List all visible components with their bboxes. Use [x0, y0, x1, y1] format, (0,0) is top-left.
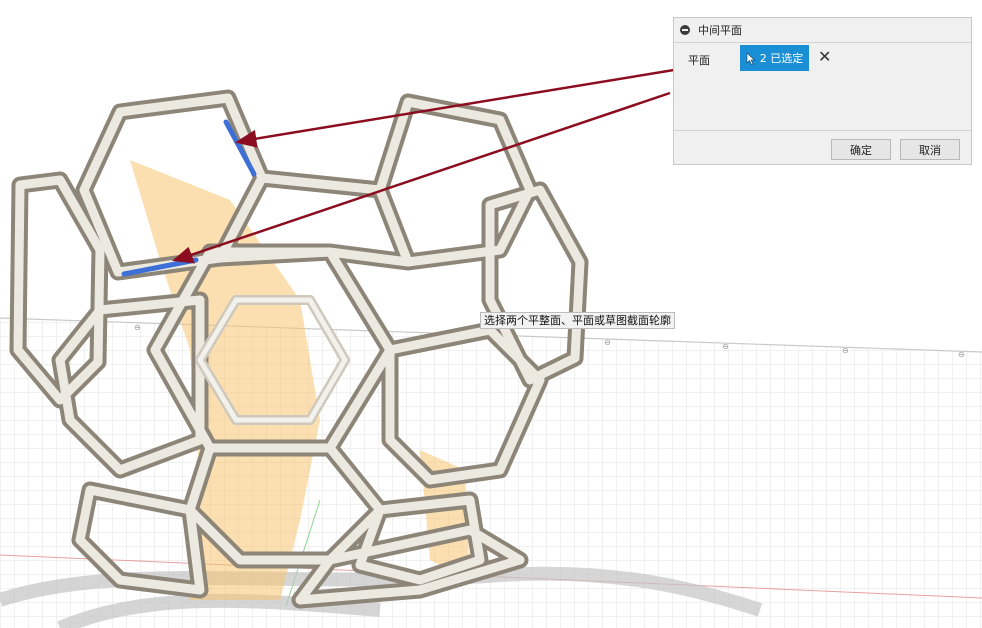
svg-text:⊖: ⊖ — [604, 338, 611, 347]
dialog-title: 中间平面 — [698, 24, 742, 37]
plane-selection-button[interactable]: 2 已选定 — [740, 45, 809, 71]
svg-text:⊖: ⊖ — [722, 342, 729, 351]
cursor-icon — [746, 51, 756, 65]
svg-text:⊖: ⊖ — [134, 323, 141, 332]
selection-count-label: 2 已选定 — [759, 52, 804, 65]
collapse-icon[interactable] — [680, 25, 690, 35]
dialog-header: 中间平面 — [674, 18, 971, 43]
plane-row-label: 平面 — [688, 54, 710, 67]
ok-button[interactable]: 确定 — [831, 139, 891, 160]
cancel-button[interactable]: 取消 — [900, 139, 960, 160]
selection-tooltip: 选择两个平整面、平面或草图截面轮廓 — [480, 312, 675, 329]
midplane-dialog: 中间平面 平面 2 已选定 ✕ 确定 取消 — [673, 17, 972, 165]
close-icon[interactable]: ✕ — [818, 48, 831, 66]
dialog-divider — [674, 130, 971, 131]
svg-text:⊖: ⊖ — [958, 350, 965, 359]
svg-text:⊖: ⊖ — [842, 346, 849, 355]
